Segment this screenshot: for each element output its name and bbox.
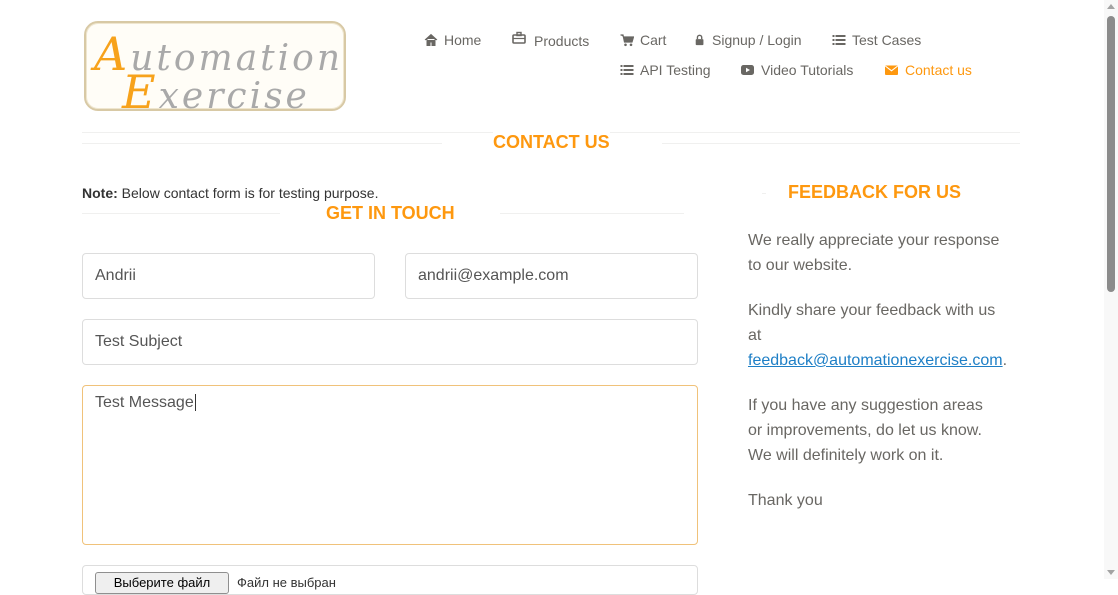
nav-home-label: Home	[444, 32, 482, 48]
briefcase-icon	[512, 31, 526, 44]
choose-file-button[interactable]: Выберите файл	[95, 572, 229, 594]
scroll-down-arrow-icon[interactable]	[1107, 570, 1115, 575]
feedback-rule-left	[762, 193, 766, 194]
title-rule-right	[662, 143, 1020, 144]
file-upload-row: Выберите файл Файл не выбран	[82, 565, 698, 595]
name-input-value: Andrii	[95, 267, 136, 284]
youtube-play-icon	[741, 65, 754, 75]
list-icon	[832, 35, 846, 45]
text-caret	[194, 394, 196, 411]
email-input-value: andrii@example.com	[418, 267, 569, 284]
site-logo[interactable]: Automation Exercise	[84, 21, 346, 119]
feedback-title: FEEDBACK FOR US	[788, 182, 962, 203]
home-icon	[424, 33, 438, 46]
lock-icon	[695, 34, 704, 46]
touch-rule-right	[500, 213, 684, 214]
touch-rule-left	[82, 213, 280, 214]
nav-signup-login[interactable]: Signup / Login	[694, 32, 802, 48]
envelope-icon	[884, 65, 899, 75]
file-status-text: Файл не выбран	[237, 575, 336, 590]
feedback-paragraph-1: We really appreciate your response to ou…	[748, 232, 1000, 274]
message-textarea-value: Test Message	[95, 394, 194, 411]
subject-input-value: Test Subject	[95, 333, 183, 350]
get-in-touch-title: GET IN TOUCH	[326, 203, 455, 224]
nav-signup-login-label: Signup / Login	[712, 32, 802, 48]
email-input[interactable]: andrii@example.com	[405, 253, 698, 299]
nav-video-tutorials-label: Video Tutorials	[761, 62, 854, 78]
nav-test-cases-label: Test Cases	[852, 32, 922, 48]
nav-cart[interactable]: Cart	[620, 32, 666, 48]
testing-note: Note: Below contact form is for testing …	[82, 185, 379, 201]
nav-api-testing[interactable]: API Testing	[620, 62, 711, 78]
nav-products-label: Products	[534, 33, 590, 49]
feedback-paragraph-4: Thank you	[748, 492, 823, 509]
list-icon	[620, 65, 634, 75]
name-input[interactable]: Andrii	[82, 253, 375, 299]
feedback-paragraph-3: If you have any suggestion areas or impr…	[748, 397, 983, 464]
nav-video-tutorials[interactable]: Video Tutorials	[740, 62, 853, 78]
feedback-email-link[interactable]: feedback@automationexercise.com	[748, 352, 1003, 369]
feedback-paragraph-2: Kindly share your feedback with us at fe…	[748, 302, 1008, 369]
message-textarea[interactable]: Test Message	[82, 385, 698, 545]
nav-contact-us-label: Contact us	[905, 62, 972, 78]
vertical-scrollbar[interactable]	[1104, 0, 1118, 579]
nav-api-testing-label: API Testing	[640, 62, 711, 78]
nav-contact-us[interactable]: Contact us	[884, 62, 972, 78]
page-title: CONTACT US	[493, 132, 610, 153]
nav-home[interactable]: Home	[424, 32, 481, 48]
nav-test-cases[interactable]: Test Cases	[832, 32, 921, 48]
scrollbar-thumb[interactable]	[1107, 16, 1115, 292]
logo-line-2: Exercise	[122, 65, 310, 119]
title-rule-left	[82, 143, 442, 144]
nav-cart-label: Cart	[640, 32, 667, 48]
scroll-up-arrow-icon[interactable]	[1107, 4, 1115, 9]
cart-icon	[620, 34, 634, 47]
subject-input[interactable]: Test Subject	[82, 319, 698, 365]
page: Automation Exercise Home Products Cart S…	[0, 0, 1104, 595]
nav-products[interactable]: Products	[512, 31, 590, 49]
